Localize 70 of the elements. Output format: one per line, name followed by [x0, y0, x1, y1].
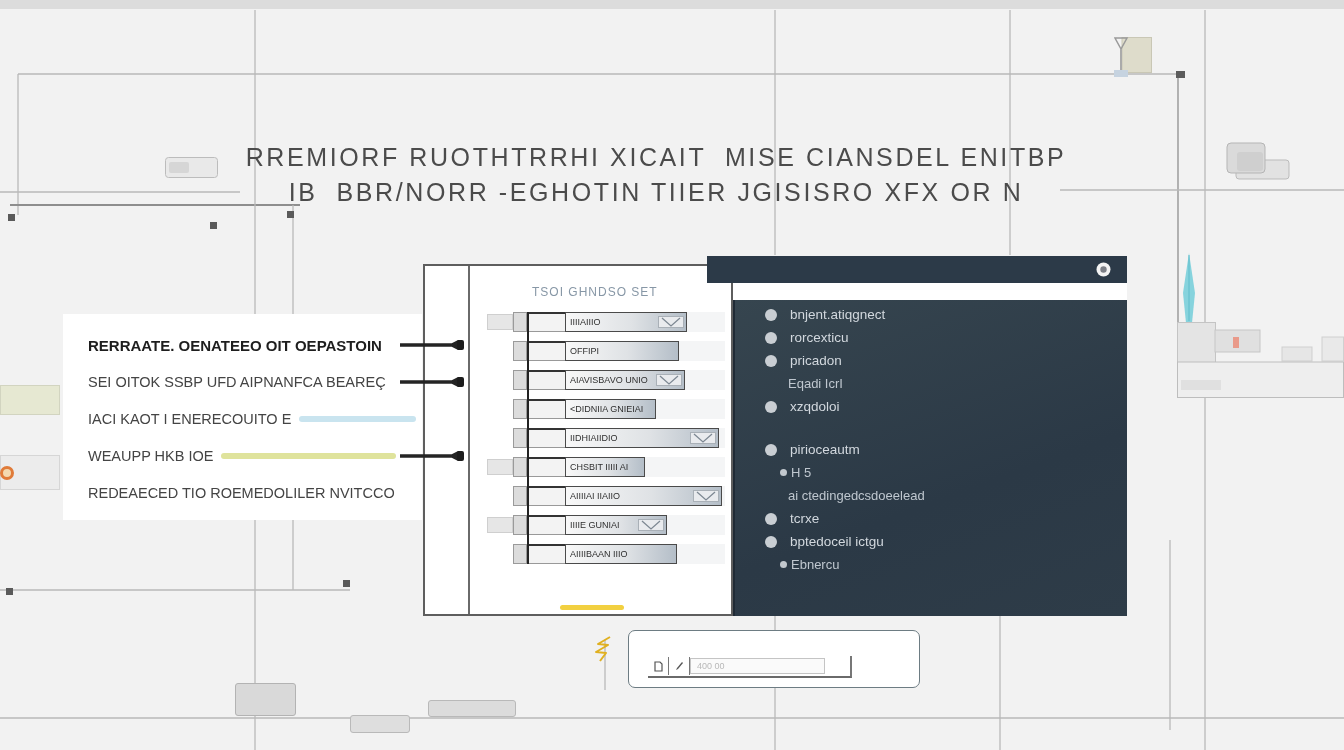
bullet-icon: [765, 308, 777, 321]
bullet-icon: [765, 400, 777, 413]
junction-marker: [8, 214, 15, 221]
pen-icon: [675, 661, 683, 671]
bar-label: OFFIPI: [570, 346, 599, 356]
row-handle[interactable]: [513, 428, 527, 448]
tree-cell: [529, 457, 565, 477]
junction-marker: [343, 580, 350, 587]
row-handle[interactable]: [513, 457, 527, 477]
callout-text: WEAUPP HKB IOE: [88, 448, 214, 464]
callout-text: IACI KAOT I ENERECOUITO E: [88, 411, 292, 427]
row-handle[interactable]: [513, 544, 527, 564]
bar-label: IIDHIAIIDIO: [570, 433, 618, 443]
title-line: RREMIORF RUOTHTRRHI XICAIT MISE CIANSDEL ENITBP: [245, 142, 1067, 173]
callout-text: SEI OITOK SSBP UFD AIPNANFCA BEAREÇ: [88, 374, 386, 390]
junction-marker: [1176, 71, 1185, 78]
note-card-icon: [1114, 37, 1152, 77]
bullet-icon: [765, 535, 777, 548]
edge-card: [0, 385, 60, 415]
tree-cell: [529, 428, 565, 448]
bullet-icon: [765, 512, 777, 525]
bullet-icon: [765, 331, 777, 344]
row-handle[interactable]: [513, 341, 527, 361]
spark-icon: [594, 636, 612, 662]
outline-subitem: H 5: [791, 465, 812, 480]
bar-label: IIIIAIIIO: [570, 317, 601, 327]
tree-cell: [529, 399, 565, 419]
bullet-icon: [765, 354, 777, 367]
bar-label: IIIIE GUNIAI: [570, 520, 620, 530]
title-line: IB BBR/NORR -EGHOTIN TIIER JGISISRO XFX OR N: [288, 177, 1024, 208]
outline-subitem: Eqadi IcrI: [788, 376, 843, 391]
document-icon: [653, 660, 663, 672]
row-handle[interactable]: [513, 312, 527, 332]
junction-marker: [287, 211, 294, 218]
outline-item: rorcexticu: [790, 330, 849, 345]
bar-label: CHSBIT IIIII AI: [570, 462, 629, 472]
outline-item: pirioceautm: [790, 442, 860, 457]
outline-item: bptedoceil ictgu: [790, 534, 884, 549]
tree-cell: [529, 486, 565, 506]
tree-cell: [529, 370, 565, 390]
document-heading: TSOI GHNDSO SET: [532, 284, 658, 300]
junction-marker: [6, 588, 13, 595]
outline-item: tcrxe: [790, 511, 820, 526]
row-handle[interactable]: [513, 370, 527, 390]
crystal-icon: [1180, 253, 1198, 323]
bar-label: AIIIIBAAN IIIO: [570, 549, 628, 559]
junction-marker: [210, 222, 217, 229]
outline-subitem: Ebnercu: [791, 557, 840, 572]
row-handle[interactable]: [513, 486, 527, 506]
tree-cell: [529, 312, 565, 332]
outline-item: xzqdoloi: [790, 399, 840, 414]
outline-item: bnjent.atiqgnect: [790, 307, 886, 322]
row-handle[interactable]: [513, 515, 527, 535]
ring-icon[interactable]: [1096, 262, 1111, 277]
bar-label: AIAVISBAVO UNIO: [570, 375, 648, 385]
window-stack-icon: [1226, 142, 1290, 180]
ring-icon: [0, 466, 14, 480]
tree-cell: [529, 515, 565, 535]
bar-label: AIIIIAI IIAIIO: [570, 491, 620, 501]
bullet-icon: [765, 443, 777, 456]
tree-cell: [529, 544, 565, 564]
bar-label: <DIDNIIA GNIEIAI: [570, 404, 644, 414]
glow-streak: [560, 605, 624, 610]
outline-item: pricadon: [790, 353, 842, 368]
callout-text: RERRAATE. OENATEEO OIT OEPASTOIN: [88, 336, 382, 354]
callout-text: REDEAECED TIO ROEMEDOLILER NVITCCO: [88, 485, 395, 501]
outline-subitem: ai ctedingedcsdoeelead: [788, 488, 925, 503]
frame-icon: [165, 157, 218, 178]
row-handle[interactable]: [513, 399, 527, 419]
tree-cell: [529, 341, 565, 361]
